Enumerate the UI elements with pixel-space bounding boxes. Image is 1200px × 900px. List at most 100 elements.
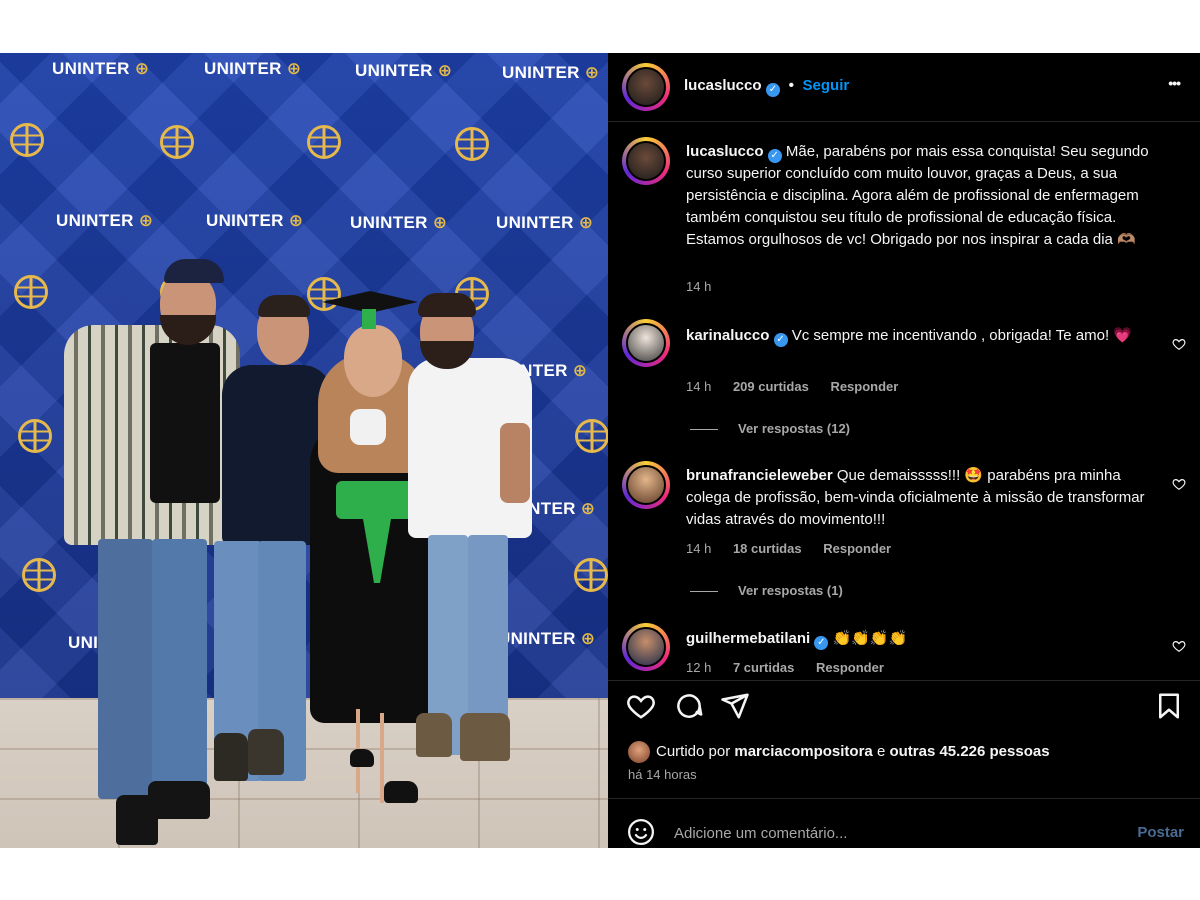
high-heel [350,749,374,767]
likes-prefix: Curtido por [656,743,731,760]
comment-avatar[interactable] [622,319,670,367]
brand-logo: UNINTER ⊕ [498,629,596,648]
high-heel [384,781,418,803]
hair [418,293,476,317]
heart-icon[interactable] [626,691,656,721]
reply-button[interactable]: Responder [816,660,884,675]
comment-time: 14 h [686,379,712,394]
comment-likes[interactable]: 18 curtidas [733,541,802,556]
globe-logo-icon [307,277,341,311]
comment-time: 14 h [686,541,712,556]
emoji-icon[interactable] [626,817,656,847]
brand-logo: UNINTER ⊕ [206,211,304,230]
brand-logo: UNINTER ⊕ [56,211,154,230]
likes-others[interactable]: outras 45.226 pessoas [889,743,1049,760]
globe-logo-icon [22,558,56,592]
comment-meta: 14 h 18 curtidas Responder [686,541,909,556]
jeans-left [98,539,153,799]
verified-badge-icon: ✓ [814,636,829,650]
hair [258,295,310,317]
brand-logo: UNINTER ⊕ [502,63,600,82]
comment-username[interactable]: karinalucco [686,327,769,344]
sneaker [248,729,284,775]
brand-logo: UNINTER ⊕ [350,213,448,232]
comment-meta: 12 h 7 curtidas Responder [686,660,902,675]
actions-divider [608,680,1200,681]
view-replies-label: Ver respostas (12) [738,421,851,436]
post-comment-button[interactable]: Postar [1137,824,1184,841]
verified-badge-icon: ✓ [767,149,782,163]
globe-logo-icon [160,125,194,159]
globe-logo-icon [307,125,341,159]
comment-like-icon[interactable] [1172,639,1186,653]
comment-body: karinalucco ✓ Vc sempre me incentivando … [686,325,1156,347]
baseball-cap [164,259,224,283]
brand-logo: UNINTER ⊕ [355,61,453,80]
likes-connector: e [876,743,886,760]
reply-button[interactable]: Responder [823,541,891,556]
post-age[interactable]: há 14 horas [628,767,697,782]
white-jabot [350,409,386,445]
tattooed-arm [500,423,530,503]
sneaker [214,733,248,781]
bookmark-icon[interactable] [1154,691,1184,721]
comment-username[interactable]: guilhermebatilani [686,630,810,647]
comment-body: guilhermebatilani ✓ 👏👏👏👏 [686,628,1156,650]
reply-button[interactable]: Responder [830,379,898,394]
verified-badge-icon: ✓ [766,83,780,97]
face [344,325,402,397]
globe-logo-icon [455,127,489,161]
comment-avatar[interactable] [622,623,670,671]
comment-input[interactable] [672,819,1116,847]
comment-text: Vc sempre me incentivando , obrigada! Te… [791,327,1132,344]
comment-username[interactable]: brunafrancieleweber [686,467,833,484]
liker-username[interactable]: marciacompositora [734,743,872,760]
globe-logo-icon [14,275,48,309]
header-divider [608,121,1200,122]
boot [148,781,210,819]
more-options-icon[interactable]: ••• [1168,75,1181,91]
post-photo[interactable]: UNINTER ⊕ UNINTER ⊕ UNINTER ⊕ UNINTER ⊕ … [0,53,608,848]
view-replies-button[interactable]: Ver respostas (12) [690,421,850,436]
share-icon[interactable] [720,691,750,721]
replies-line [690,591,718,593]
black-tshirt [150,343,220,503]
comment-meta: 14 h 209 curtidas Responder [686,379,916,394]
view-replies-label: Ver respostas (1) [738,583,843,598]
liker-avatar[interactable] [628,741,650,763]
caption-avatar[interactable] [622,137,670,185]
comment-like-icon[interactable] [1172,477,1186,491]
comment-text: 👏👏👏👏 [832,630,908,647]
composer-divider [608,798,1200,799]
boot [460,713,510,761]
view-replies-button[interactable]: Ver respostas (1) [690,583,843,598]
author-username[interactable]: lucaslucco [684,77,762,94]
author-avatar[interactable] [622,63,670,111]
comment-avatar[interactable] [622,461,670,509]
comment-time: 12 h [686,660,712,675]
globe-logo-icon [574,558,608,592]
jeans-right [152,539,207,789]
cap-tassel [362,309,376,329]
brand-logo: UNINTER ⊕ [204,59,302,78]
globe-logo-icon [18,419,52,453]
comment-like-icon[interactable] [1172,337,1186,351]
caption-username[interactable]: lucaslucco [686,143,764,160]
header-separator: • [788,77,795,94]
boot [416,713,452,757]
comment-body: brunafrancieleweber Que demaisssss!!! 🤩 … [686,465,1156,531]
comment-likes[interactable]: 7 curtidas [733,660,794,675]
comment-icon[interactable] [674,691,704,721]
follow-button[interactable]: Seguir [803,77,850,94]
globe-logo-icon [10,123,44,157]
brand-logo: UNINTER ⊕ [496,213,594,232]
brand-logo: UNINTER ⊕ [52,59,150,78]
verified-badge-icon: ✓ [773,333,788,347]
caption-timestamp: 14 h [686,279,712,294]
caption-body: lucaslucco ✓ Mãe, parabéns por mais essa… [686,141,1166,251]
likes-summary: Curtido por marciacompositora e outras 4… [656,743,1050,760]
replies-line [690,429,718,431]
comment-likes[interactable]: 209 curtidas [733,379,809,394]
instagram-post: UNINTER ⊕ UNINTER ⊕ UNINTER ⊕ UNINTER ⊕ … [0,53,1200,848]
globe-logo-icon [575,419,608,453]
